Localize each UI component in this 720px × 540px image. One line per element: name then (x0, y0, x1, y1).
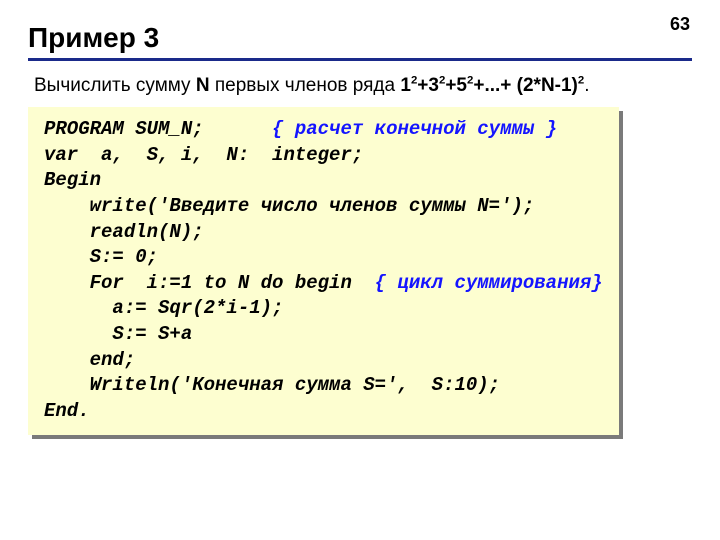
code-shadow: PROGRAM SUM_N; { расчет конечной суммы }… (32, 111, 623, 439)
code-l10: end; (44, 349, 135, 371)
code-l11: Writeln('Конечная сумма S=', S:10); (44, 374, 500, 396)
code-l12: End. (44, 400, 90, 422)
code-l7a: For i:=1 to N do begin (44, 272, 375, 294)
code-l3: Begin (44, 169, 101, 191)
code-l7-comment: { цикл суммирования} (375, 272, 603, 294)
problem-mid: первых членов ряда (210, 75, 401, 96)
page-number: 63 (670, 14, 690, 35)
code-l4: write('Введите число членов суммы N='); (44, 195, 534, 217)
slide: 63 Пример 3 Вычислить сумму N первых чле… (0, 0, 720, 540)
code-l6: S:= 0; (44, 246, 158, 268)
code-l9: S:= S+a (44, 323, 192, 345)
series-expr: 12+32+52+...+ (2*N-1)2 (400, 75, 584, 96)
code-l1a: PROGRAM SUM_N; (44, 118, 272, 140)
code-l1-comment: { расчет конечной суммы } (272, 118, 557, 140)
slide-title: Пример 3 (28, 22, 692, 54)
title-divider (28, 58, 692, 61)
problem-end: . (584, 75, 589, 96)
code-block: PROGRAM SUM_N; { расчет конечной суммы }… (28, 107, 619, 435)
problem-N: N (196, 75, 210, 96)
problem-statement: Вычислить сумму N первых членов ряда 12+… (28, 75, 692, 97)
code-l5: readln(N); (44, 221, 204, 243)
code-l8: a:= Sqr(2*i-1); (44, 297, 283, 319)
problem-prefix: Вычислить сумму (34, 75, 196, 96)
code-l2: var a, S, i, N: integer; (44, 144, 363, 166)
